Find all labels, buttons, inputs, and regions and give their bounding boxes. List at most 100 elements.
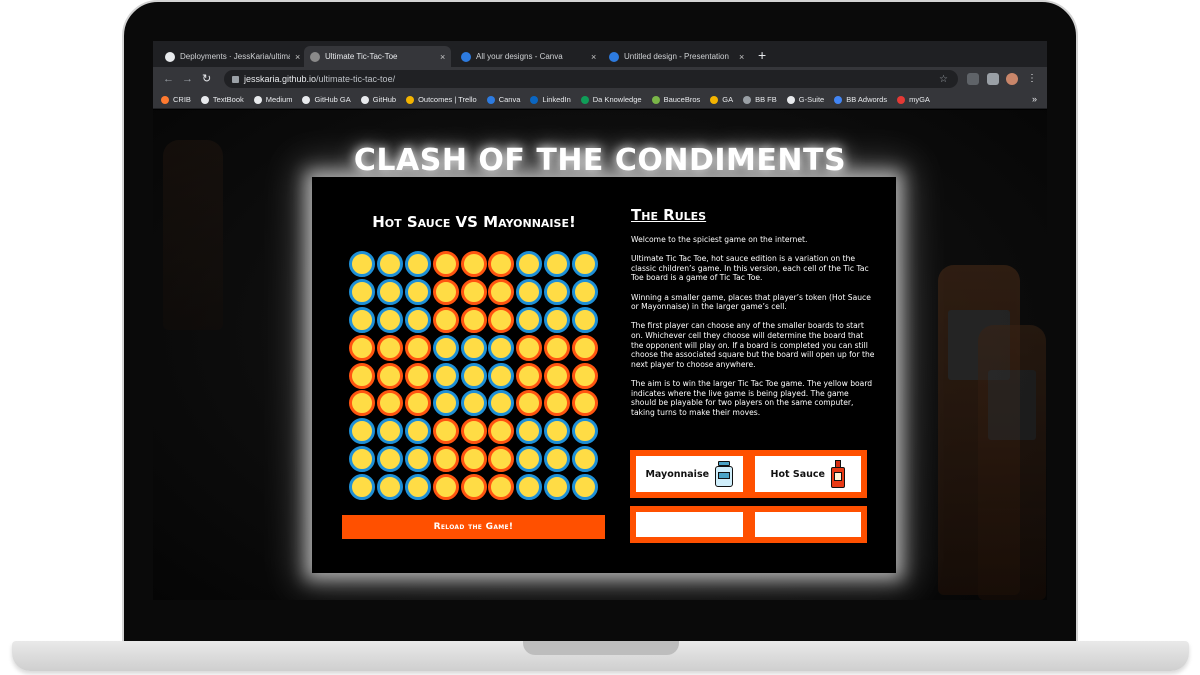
more-bookmarks-button[interactable]: » (1032, 94, 1037, 104)
board-cell[interactable] (432, 334, 459, 361)
board-cell[interactable] (544, 474, 571, 501)
tab-canva-designs[interactable]: All your designs - Canva × (455, 46, 602, 67)
tab-deployments[interactable]: Deployments · JessKaria/ultimate-tic-tac… (159, 46, 306, 67)
close-icon[interactable]: × (739, 52, 744, 62)
board-cell[interactable] (404, 474, 431, 501)
board-cell[interactable] (488, 418, 515, 445)
board-cell[interactable] (376, 474, 403, 501)
board-cell[interactable] (349, 418, 375, 445)
board-cell[interactable] (349, 334, 375, 361)
close-icon[interactable]: × (591, 52, 596, 62)
bookmark-item[interactable]: GA (710, 95, 733, 104)
menu-kebab-icon[interactable]: ⋮ (1027, 73, 1037, 85)
board-cell[interactable] (404, 446, 431, 473)
board-cell[interactable] (460, 362, 487, 389)
board-cell[interactable] (432, 306, 459, 333)
board-cell[interactable] (572, 278, 599, 305)
board-cell[interactable] (544, 390, 571, 417)
bookmark-star-icon[interactable]: ☆ (939, 74, 948, 85)
close-icon[interactable]: × (440, 52, 445, 62)
bookmark-item[interactable]: TextBook (200, 95, 244, 104)
bookmark-item[interactable]: LinkedIn (530, 95, 571, 104)
board-cell[interactable] (488, 278, 515, 305)
reload-button[interactable]: ↻ (202, 71, 211, 87)
board-cell[interactable] (404, 334, 431, 361)
board-cell[interactable] (516, 306, 543, 333)
board-cell[interactable] (432, 251, 459, 277)
board-cell[interactable] (432, 390, 459, 417)
board-cell[interactable] (488, 474, 515, 501)
tab-untitled-design[interactable]: Untitled design - Presentation × (603, 46, 750, 67)
board-cell[interactable] (572, 418, 599, 445)
board-cell[interactable] (516, 362, 543, 389)
board-cell[interactable] (376, 251, 403, 277)
board-cell[interactable] (488, 446, 515, 473)
bookmark-item[interactable]: Canva (486, 95, 520, 104)
board-cell[interactable] (516, 418, 543, 445)
board-cell[interactable] (404, 390, 431, 417)
new-tab-button[interactable]: + (758, 47, 766, 63)
board-cell[interactable] (572, 306, 599, 333)
board-cell[interactable] (349, 278, 375, 305)
board-cell[interactable] (460, 418, 487, 445)
board-cell[interactable] (460, 306, 487, 333)
board-cell[interactable] (488, 251, 515, 277)
bookmark-item[interactable]: BB FB (743, 95, 777, 104)
close-icon[interactable]: × (295, 52, 300, 62)
board-cell[interactable] (432, 418, 459, 445)
board-cell[interactable] (349, 251, 375, 277)
board-cell[interactable] (349, 390, 375, 417)
board-cell[interactable] (544, 446, 571, 473)
board-cell[interactable] (404, 251, 431, 277)
board-cell[interactable] (488, 306, 515, 333)
board-cell[interactable] (376, 446, 403, 473)
eyedropper-extension-icon[interactable] (967, 73, 979, 85)
board-cell[interactable] (544, 362, 571, 389)
board-cell[interactable] (349, 306, 375, 333)
board-cell[interactable] (460, 334, 487, 361)
board-cell[interactable] (572, 474, 599, 501)
board-cell[interactable] (404, 418, 431, 445)
profile-avatar[interactable] (1006, 73, 1018, 85)
extensions-puzzle-icon[interactable] (987, 73, 999, 85)
reload-game-button[interactable]: Reload the Game! (342, 515, 605, 539)
board-cell[interactable] (376, 306, 403, 333)
board-cell[interactable] (488, 334, 515, 361)
board-cell[interactable] (376, 362, 403, 389)
board-cell[interactable] (572, 362, 599, 389)
board-cell[interactable] (349, 474, 375, 501)
board-cell[interactable] (376, 390, 403, 417)
board-cell[interactable] (460, 278, 487, 305)
board-cell[interactable] (432, 278, 459, 305)
board-cell[interactable] (516, 474, 543, 501)
board-cell[interactable] (572, 251, 599, 277)
bookmark-item[interactable]: Outcomes | Trello (406, 95, 477, 104)
hot-sauce-token-button[interactable]: Hot Sauce (754, 456, 861, 492)
board-cell[interactable] (404, 306, 431, 333)
back-button[interactable]: ← (163, 71, 174, 87)
board-cell[interactable] (516, 278, 543, 305)
bookmark-item[interactable]: Da Knowledge (580, 95, 642, 104)
board-cell[interactable] (432, 362, 459, 389)
board-cell[interactable] (460, 390, 487, 417)
address-bar[interactable]: jesskaria.github.io/ultimate-tic-tac-toe… (224, 70, 958, 88)
board-cell[interactable] (376, 334, 403, 361)
board-cell[interactable] (516, 446, 543, 473)
board-cell[interactable] (488, 362, 515, 389)
board-cell[interactable] (432, 474, 459, 501)
board-cell[interactable] (516, 390, 543, 417)
board-cell[interactable] (516, 251, 543, 277)
board-cell[interactable] (376, 278, 403, 305)
board-cell[interactable] (460, 251, 487, 277)
bookmark-item[interactable]: G-Suite (786, 95, 824, 104)
board-cell[interactable] (349, 362, 375, 389)
bookmark-item[interactable]: myGA (897, 95, 930, 104)
mayonnaise-token-button[interactable]: Mayonnaise (636, 456, 743, 492)
board-cell[interactable] (516, 334, 543, 361)
board-cell[interactable] (404, 362, 431, 389)
bookmark-item[interactable]: BB Adwords (834, 95, 887, 104)
board-cell[interactable] (349, 446, 375, 473)
bookmark-item[interactable]: GitHub GA (302, 95, 351, 104)
board-cell[interactable] (488, 390, 515, 417)
board-cell[interactable] (432, 446, 459, 473)
